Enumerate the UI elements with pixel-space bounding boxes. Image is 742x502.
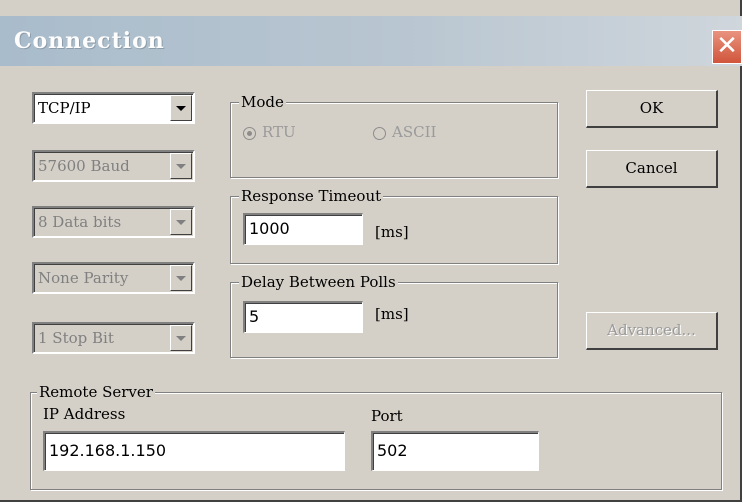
ip-address-label: IP Address [43, 405, 126, 423]
response-timeout-label: Response Timeout [239, 186, 384, 206]
radio-unchecked-icon [373, 126, 386, 140]
chevron-down-icon [170, 209, 192, 235]
response-timeout-group: Response Timeout 1000 [ms] [230, 186, 558, 264]
port-input[interactable]: 502 [371, 431, 539, 471]
delay-between-polls-group: Delay Between Polls 5 [ms] [230, 272, 558, 358]
ok-button[interactable]: OK [586, 90, 718, 128]
mode-group: Mode RTU ASCII [230, 92, 558, 178]
remote-server-group: Remote Server IP Address 192.168.1.150 P… [30, 382, 722, 490]
mode-ascii-label: ASCII [392, 123, 437, 141]
response-timeout-input[interactable]: 1000 [243, 213, 363, 245]
cancel-button[interactable]: Cancel [586, 150, 718, 188]
delay-between-polls-unit: [ms] [375, 305, 409, 323]
baud-rate-value: 57600 Baud [38, 157, 130, 175]
baud-rate-select: 57600 Baud [32, 150, 195, 182]
connection-dialog: Connection ✕ TCP/IP 57600 Baud 8 Data bi… [0, 0, 742, 502]
chevron-down-icon[interactable] [170, 95, 192, 121]
ip-address-input[interactable]: 192.168.1.150 [43, 431, 345, 471]
chevron-down-icon [170, 153, 192, 179]
chevron-down-icon [170, 265, 192, 291]
remote-server-label: Remote Server [37, 382, 155, 402]
mode-ascii-radio: ASCII [373, 123, 436, 141]
dialog-title: Connection [14, 28, 165, 54]
port-label: Port [371, 407, 403, 425]
close-icon[interactable]: ✕ [712, 30, 742, 64]
response-timeout-unit: [ms] [375, 223, 409, 241]
parity-value: None Parity [38, 269, 129, 287]
parity-select: None Parity [32, 262, 195, 294]
delay-between-polls-label: Delay Between Polls [239, 272, 398, 292]
stop-bits-value: 1 Stop Bit [38, 329, 114, 347]
delay-between-polls-input[interactable]: 5 [243, 301, 363, 333]
connection-type-select[interactable]: TCP/IP [32, 92, 195, 124]
mode-rtu-radio: RTU [243, 123, 296, 141]
mode-rtu-label: RTU [262, 123, 296, 141]
title-bar[interactable]: Connection ✕ [0, 16, 742, 66]
data-bits-value: 8 Data bits [38, 213, 122, 231]
radio-checked-icon [243, 126, 256, 140]
stop-bits-select: 1 Stop Bit [32, 322, 195, 354]
connection-type-value: TCP/IP [38, 99, 91, 117]
advanced-button: Advanced... [586, 312, 718, 350]
chevron-down-icon [170, 325, 192, 351]
data-bits-select: 8 Data bits [32, 206, 195, 238]
mode-label: Mode [239, 92, 286, 112]
